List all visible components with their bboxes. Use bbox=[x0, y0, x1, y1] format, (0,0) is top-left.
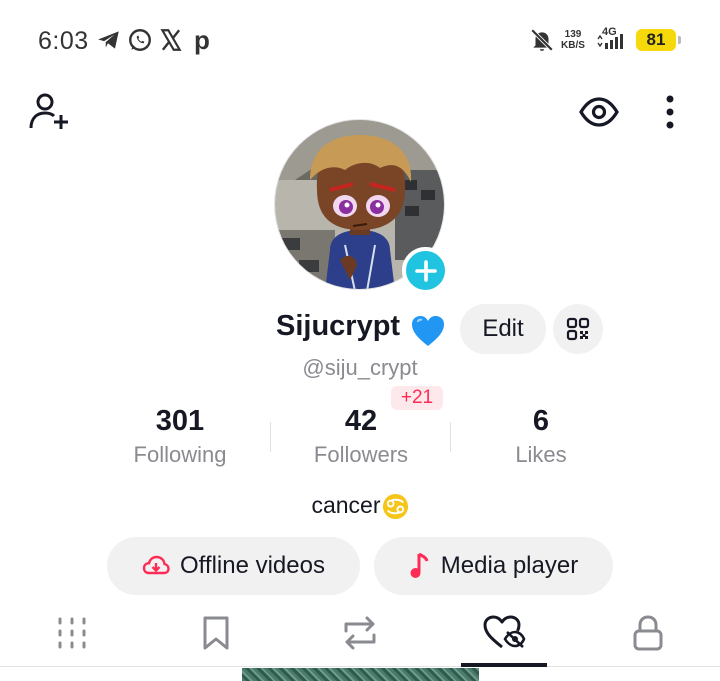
profile-stats: 301 Following 42 Followers 6 Likes bbox=[0, 404, 720, 474]
x-icon bbox=[157, 26, 185, 54]
battery-indicator: 81 bbox=[636, 29, 681, 51]
status-time: 6:03 bbox=[38, 27, 89, 55]
stat-followers[interactable]: 42 Followers bbox=[271, 404, 451, 468]
stat-value: 6 bbox=[532, 405, 550, 437]
more-vertical-icon bbox=[666, 95, 674, 129]
tab-private[interactable] bbox=[576, 600, 720, 666]
liked-hidden-icon bbox=[483, 615, 526, 649]
stat-following[interactable]: 301 Following bbox=[90, 404, 270, 468]
stat-label: Likes bbox=[515, 442, 567, 467]
cloud-download-icon bbox=[142, 555, 170, 575]
plus-icon bbox=[414, 259, 437, 282]
stat-value: 301 bbox=[155, 405, 205, 437]
signal-icon: 4G bbox=[596, 26, 626, 51]
cancer-zodiac-emoji bbox=[382, 494, 408, 520]
tab-videos[interactable] bbox=[0, 600, 144, 666]
user-handle: @siju_crypt bbox=[302, 355, 418, 380]
stat-value: 42 bbox=[344, 405, 378, 437]
add-friend-button[interactable] bbox=[26, 90, 72, 134]
network-speed: 139 KB/S bbox=[561, 29, 585, 51]
offline-videos-button[interactable]: Offline videos bbox=[107, 537, 360, 595]
qr-code-button[interactable] bbox=[553, 304, 603, 354]
edit-profile-button[interactable]: Edit bbox=[460, 304, 546, 354]
stat-label: Followers bbox=[313, 442, 409, 467]
active-tab-indicator bbox=[461, 663, 547, 667]
tab-liked[interactable] bbox=[432, 600, 576, 666]
offline-videos-label: Offline videos bbox=[180, 552, 325, 579]
media-player-label: Media player bbox=[440, 552, 579, 579]
lock-icon bbox=[633, 615, 663, 651]
stat-likes[interactable]: 6 Likes bbox=[451, 404, 631, 468]
tab-reposts[interactable] bbox=[288, 600, 432, 666]
music-note-icon bbox=[410, 552, 429, 578]
repost-icon bbox=[344, 616, 376, 650]
person-add-icon bbox=[29, 93, 68, 129]
username: Sijucrypt bbox=[276, 310, 401, 342]
more-menu-button[interactable] bbox=[655, 90, 685, 134]
blue-heart-emoji bbox=[412, 316, 444, 346]
avatar-add-button[interactable] bbox=[402, 247, 449, 294]
name-row: Sijucrypt Edit bbox=[0, 304, 720, 354]
avatar-container[interactable] bbox=[274, 119, 449, 294]
qr-code-icon bbox=[566, 317, 590, 341]
notifications-muted-icon bbox=[528, 26, 556, 54]
bio: cancer bbox=[0, 492, 720, 520]
grid-icon bbox=[58, 617, 86, 649]
status-bar: 6:03 p 139 KB/S 4G 81 bbox=[0, 0, 720, 80]
bio-text: cancer bbox=[311, 492, 381, 518]
profile-views-button[interactable] bbox=[576, 90, 622, 134]
media-player-button[interactable]: Media player bbox=[374, 537, 613, 595]
p-icon: p bbox=[194, 25, 210, 55]
telegram-icon bbox=[95, 26, 123, 54]
stat-label: Following bbox=[133, 442, 227, 467]
eye-icon bbox=[579, 97, 619, 127]
content-tabs bbox=[0, 600, 720, 667]
whatsapp-icon bbox=[126, 26, 154, 54]
video-thumbnail[interactable] bbox=[242, 668, 479, 681]
tab-saved[interactable] bbox=[144, 600, 288, 666]
bookmark-icon bbox=[203, 616, 229, 650]
